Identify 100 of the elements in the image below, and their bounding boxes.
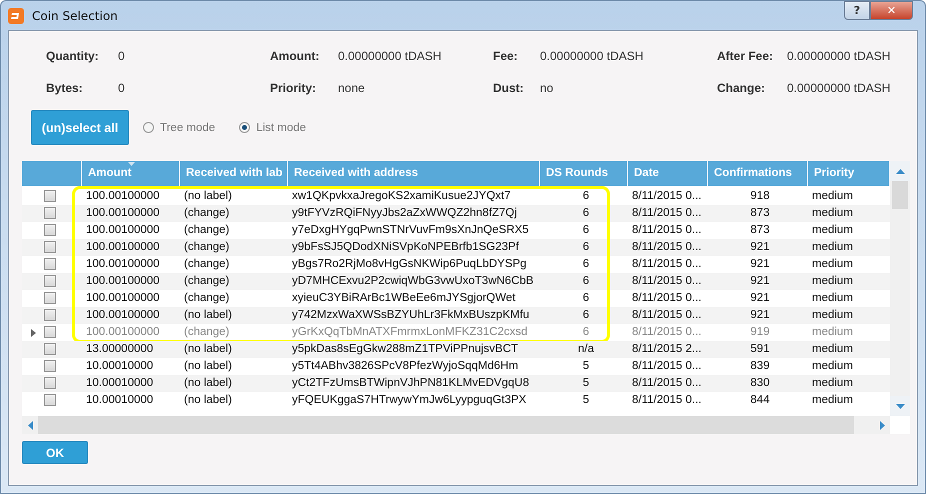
summary-value: 0 <box>118 48 126 65</box>
table-cell: medium <box>812 258 853 270</box>
summary-value: 0.00000000 tDASH <box>540 48 644 65</box>
table-cell: medium <box>812 224 853 236</box>
close-button[interactable]: ✕ <box>870 1 913 20</box>
table-cell: (no label) <box>184 190 232 202</box>
summary-label: Quantity: <box>46 48 100 65</box>
table-cell: 8/11/2015 0... <box>632 190 702 202</box>
vertical-scrollbar[interactable] <box>890 161 910 416</box>
mode-radio[interactable]: Tree mode <box>143 122 216 134</box>
table-cell: 10.00010000 <box>86 394 154 406</box>
table-cell: medium <box>812 309 853 321</box>
table-cell: medium <box>812 377 853 389</box>
table-cell: 8/11/2015 2... <box>632 343 702 355</box>
table-cell: n/a <box>578 343 594 355</box>
row-checkbox[interactable] <box>44 309 56 321</box>
table-cell: 8/11/2015 0... <box>632 224 702 236</box>
table-cell: medium <box>812 360 853 372</box>
scroll-down-icon <box>896 404 904 408</box>
table-cell: 6 <box>582 326 590 338</box>
column-header[interactable]: DS Rounds <box>540 161 628 186</box>
table-cell: 921 <box>750 292 770 304</box>
table-cell: 6 <box>582 241 590 253</box>
summary-label: Dust: <box>493 80 525 97</box>
summary-label: Amount: <box>270 48 320 65</box>
table-cell: y9bFsSJ5QDodXNiSVpKoNPEBrfb1SG23Pf <box>292 241 519 253</box>
table-cell: 100.00100000 <box>86 241 160 253</box>
summary-label: Bytes: <box>46 80 84 97</box>
summary-value: 0.00000000 tDASH <box>787 80 892 97</box>
table-cell: xw1QKpvkxaJregoKS2xamiKusue2JYQxt7 <box>292 190 511 202</box>
row-checkbox[interactable] <box>44 292 56 304</box>
help-button[interactable]: ? <box>844 1 870 20</box>
table-cell: xyieuC3YBiRArBc1WBeEe6mJYSgjorQWet <box>292 292 516 304</box>
table-cell: 100.00100000 <box>86 258 160 270</box>
table-cell: medium <box>812 343 853 355</box>
table-cell: 918 <box>750 190 770 202</box>
table-cell: medium <box>812 241 853 253</box>
table-cell: 873 <box>750 224 770 236</box>
table-cell: 8/11/2015 0... <box>632 326 702 338</box>
row-checkbox[interactable] <box>44 258 56 270</box>
column-header[interactable]: Received with address <box>288 161 540 186</box>
table-cell: 8/11/2015 0... <box>632 241 702 253</box>
table-cell: medium <box>812 275 853 287</box>
table-cell: 100.00100000 <box>86 190 160 202</box>
row-checkbox[interactable] <box>44 377 56 389</box>
scroll-left-icon <box>28 420 32 430</box>
ok-button[interactable]: OK <box>22 441 88 464</box>
table-cell: 6 <box>582 190 590 202</box>
row-checkbox[interactable] <box>44 207 56 219</box>
table-cell: 8/11/2015 0... <box>632 292 702 304</box>
summary-value: 0.00000000 tDASH <box>787 48 892 65</box>
table-cell: yD7MHCExvu2P2cwiqWbG3vwUxoT3wN6CbB <box>292 275 534 287</box>
table-cell: yCt2TFzUmsBTWipnVJhPN81KLMvEDVgqU8 <box>292 377 530 389</box>
summary-value: 0 <box>118 80 126 97</box>
scroll-right-icon <box>880 420 884 430</box>
table-cell: (no label) <box>184 360 232 372</box>
table-cell: 6 <box>582 207 590 219</box>
row-checkbox[interactable] <box>44 224 56 236</box>
table-cell: 8/11/2015 0... <box>632 360 702 372</box>
row-checkbox[interactable] <box>44 190 56 202</box>
table-cell: 100.00100000 <box>86 224 160 236</box>
table-cell: 100.00100000 <box>86 292 160 304</box>
table-cell: y9tFYVzRQiFNyyJbs2aZxWWQZ2hn8fZ7Qj <box>292 207 517 219</box>
column-header[interactable]: Received with lab <box>180 161 288 186</box>
row-checkbox[interactable] <box>44 394 56 406</box>
table-cell: (no label) <box>184 394 232 406</box>
summary-value: none <box>338 80 366 97</box>
row-checkbox[interactable] <box>44 360 56 372</box>
table-cell: yBgs7Ro2RjMo8vHgGsNKWip6PuqLbDYSPg <box>292 258 527 270</box>
app-icon <box>8 8 24 24</box>
table-cell: y7eDxgHYgqPwnSTNrVuvFm9sXnJnQeSRX5 <box>292 224 529 236</box>
table-cell: medium <box>812 326 853 338</box>
table-cell: 10.00010000 <box>86 377 154 389</box>
row-checkbox[interactable] <box>44 343 56 355</box>
column-header[interactable]: Date <box>628 161 708 186</box>
scroll-thumb[interactable] <box>892 181 908 209</box>
table-cell: medium <box>812 394 853 406</box>
table-cell: (change) <box>184 275 230 287</box>
column-header[interactable]: Confirmations <box>708 161 808 186</box>
row-checkbox[interactable] <box>44 241 56 253</box>
table-cell: medium <box>812 292 853 304</box>
table-cell: 591 <box>750 343 770 355</box>
table-cell: 100.00100000 <box>86 309 160 321</box>
summary-label: Priority: <box>270 80 318 97</box>
summary-label: Fee: <box>493 48 519 65</box>
table-cell: 8/11/2015 0... <box>632 207 702 219</box>
table-cell: yGrKxQqTbMnATXFmrmxLonMFKZ31C2cxsd <box>292 326 528 338</box>
table-cell: 6 <box>582 258 590 270</box>
table-cell: 873 <box>750 207 770 219</box>
mode-radio[interactable]: List mode <box>239 122 306 134</box>
table-cell: 8/11/2015 0... <box>632 258 702 270</box>
table-cell: 5 <box>582 377 590 389</box>
table-cell: 921 <box>750 258 770 270</box>
select-all-button[interactable]: (un)select all <box>31 110 129 145</box>
table-cell: (no label) <box>184 377 232 389</box>
table-cell: 5 <box>582 360 590 372</box>
table-cell: 6 <box>582 224 590 236</box>
row-checkbox[interactable] <box>44 326 56 338</box>
row-checkbox[interactable] <box>44 275 56 287</box>
table-cell: 8/11/2015 0... <box>632 377 702 389</box>
